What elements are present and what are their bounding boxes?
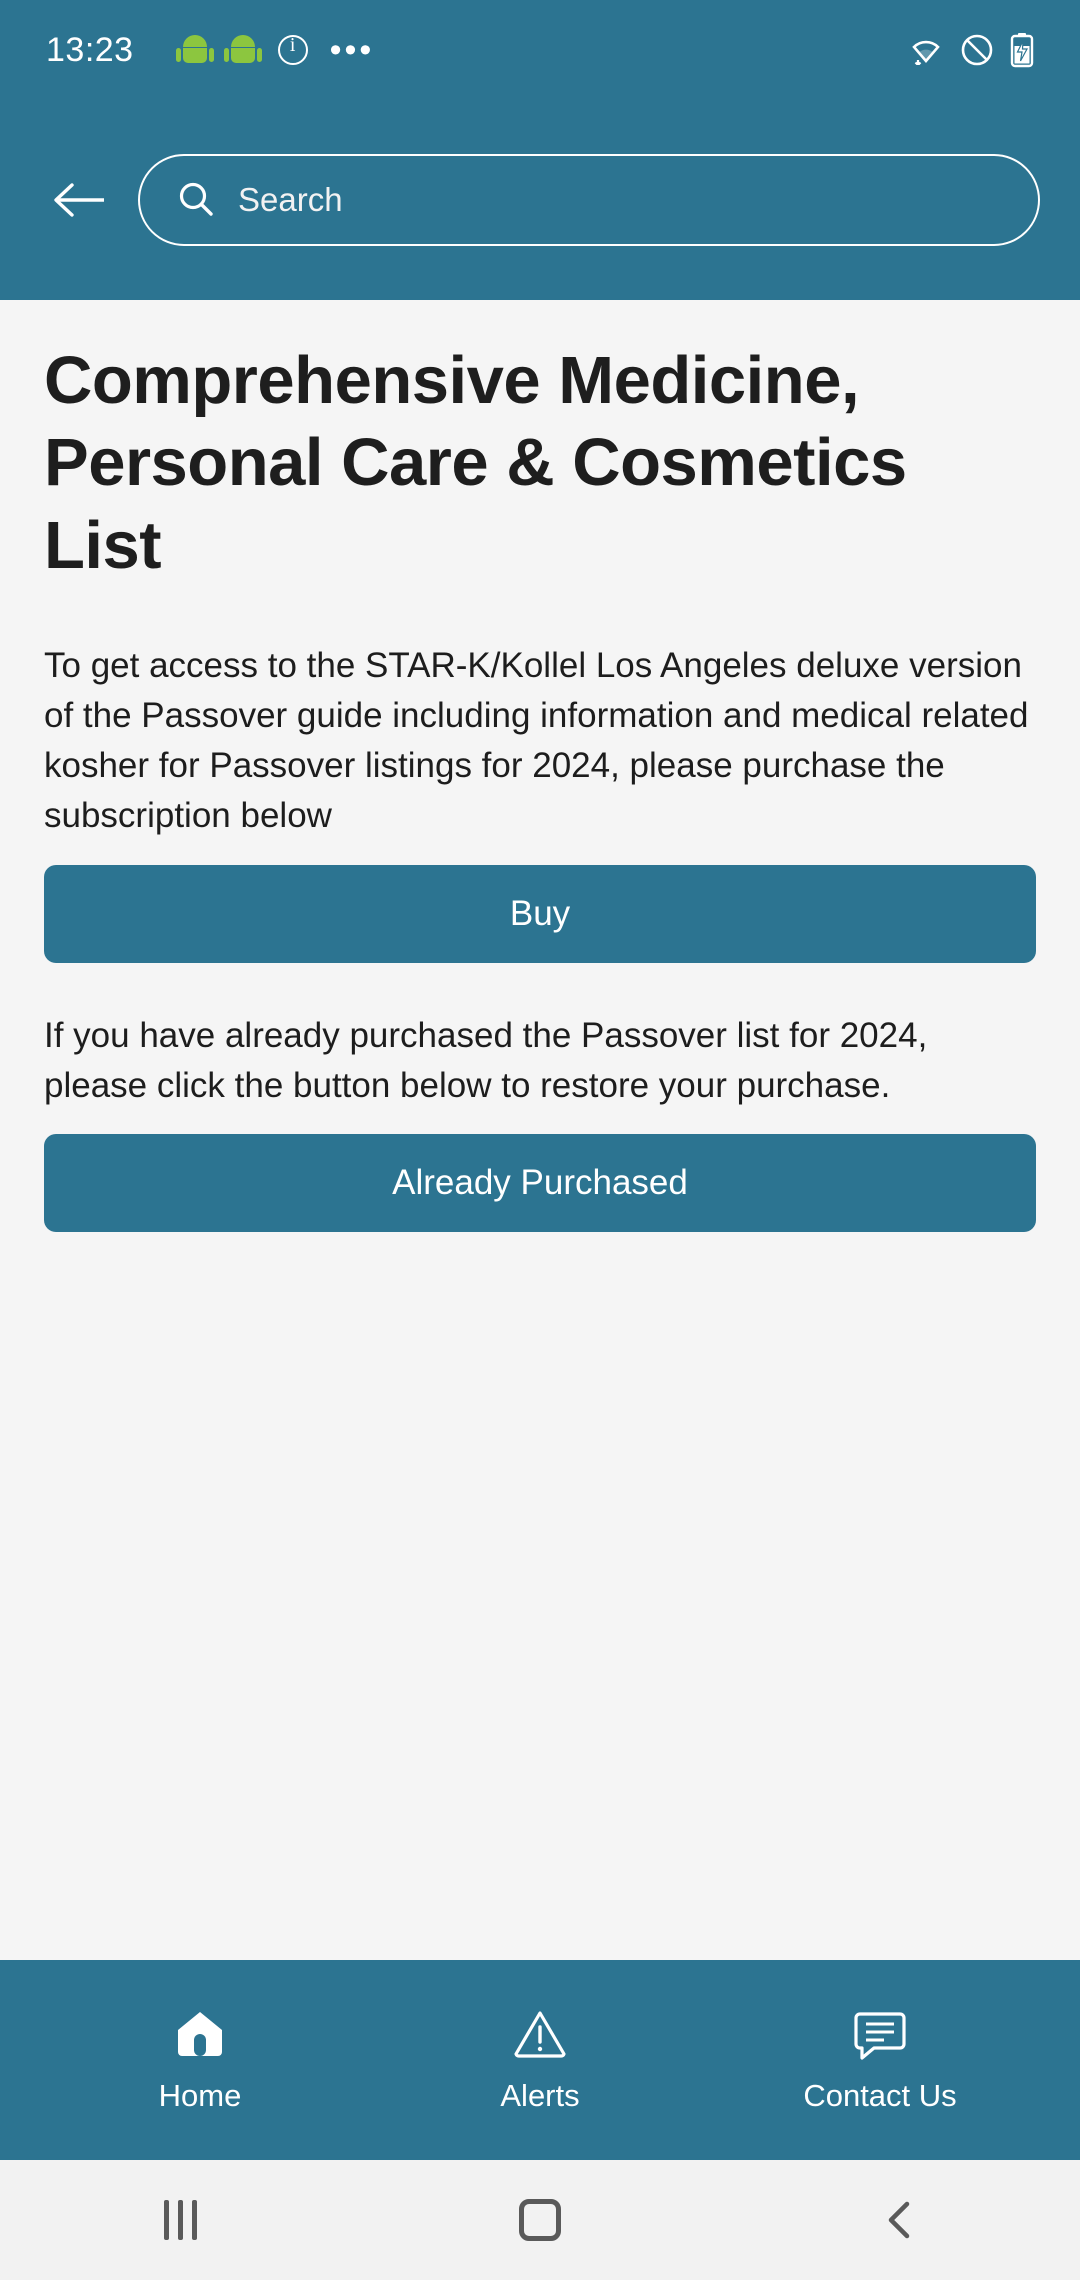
main-content: Comprehensive Medicine, Personal Care & …: [0, 300, 1080, 1960]
status-bar-right: [908, 32, 1034, 68]
info-circle-icon: [277, 34, 308, 65]
nav-label-contact-us: Contact Us: [803, 2078, 957, 2113]
nav-item-alerts[interactable]: Alerts: [410, 2006, 670, 2114]
nav-label-alerts: Alerts: [500, 2078, 580, 2113]
nav-label-home: Home: [158, 2078, 242, 2113]
system-navigation-bar: [0, 2160, 1080, 2280]
recents-icon[interactable]: [80, 2160, 280, 2280]
alert-triangle-icon: [512, 2006, 568, 2062]
status-bar-left: 13:23 •••: [46, 31, 908, 70]
search-placeholder-text: Search: [238, 181, 343, 218]
wifi-icon: [908, 35, 944, 65]
buy-button[interactable]: Buy: [44, 865, 1036, 964]
search-input[interactable]: Search: [138, 154, 1040, 246]
chat-bubble-icon: [852, 2006, 908, 2062]
back-chevron-icon[interactable]: [800, 2160, 1000, 2280]
notifications-off-icon: [960, 33, 994, 67]
already-purchased-button[interactable]: Already Purchased: [44, 1133, 1036, 1232]
restore-description-text: If you have already purchased the Passov…: [44, 1016, 928, 1106]
battery-charging-icon: [1010, 32, 1034, 68]
android-robot-icon: [175, 35, 214, 65]
android-robot-icon-2: [223, 35, 262, 65]
page-title: Comprehensive Medicine, Personal Care & …: [44, 343, 907, 583]
search-icon: [176, 180, 216, 220]
purchase-description-text: To get access to the STAR-K/Kollel Los A…: [44, 646, 1029, 836]
bottom-navigation: Home Alerts Contact Us: [0, 1960, 1080, 2160]
more-dots-icon: •••: [329, 31, 375, 69]
home-icon: [172, 2006, 228, 2062]
app-bar: Search: [0, 100, 1080, 300]
nav-item-home[interactable]: Home: [70, 2006, 330, 2114]
status-bar: 13:23 •••: [0, 0, 1080, 100]
status-time: 13:23: [46, 30, 134, 69]
home-square-icon[interactable]: [440, 2160, 640, 2280]
nav-item-contact-us[interactable]: Contact Us: [750, 2006, 1010, 2114]
back-arrow-icon[interactable]: [50, 170, 110, 230]
app-screen: 13:23 •••: [0, 0, 1080, 2280]
